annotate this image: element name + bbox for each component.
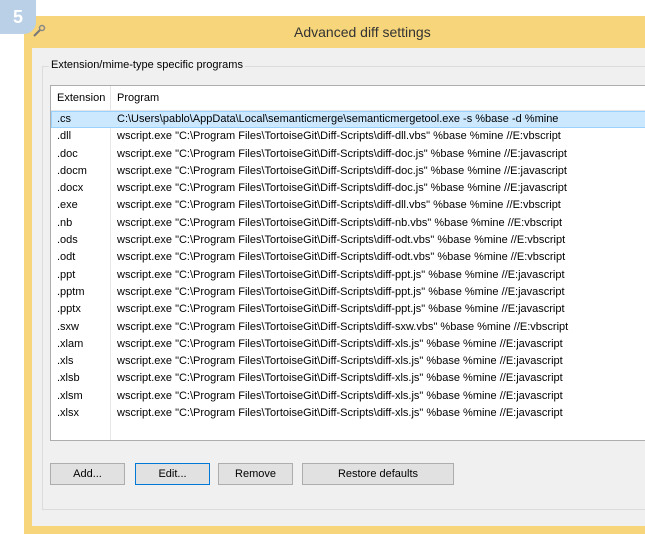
program-cell: wscript.exe "C:\Program Files\TortoiseGi… (117, 164, 567, 177)
extension-cell: .nb (57, 216, 73, 229)
program-cell: wscript.exe "C:\Program Files\TortoiseGi… (117, 320, 569, 333)
extension-cell: .docm (57, 164, 87, 177)
program-cell: wscript.exe "C:\Program Files\TortoiseGi… (117, 268, 565, 281)
edit-button[interactable]: Edit... (135, 463, 210, 485)
restore-defaults-button[interactable]: Restore defaults (302, 463, 454, 485)
extension-cell: .xlam (57, 337, 84, 350)
program-cell: wscript.exe "C:\Program Files\TortoiseGi… (117, 199, 561, 212)
table-row[interactable]: .xlam wscript.exe "C:\Program Files\Torto… (51, 336, 645, 353)
table-row[interactable]: .xls wscript.exe "C:\Program Files\Tortoi… (51, 353, 645, 370)
extension-cell: .xlsm (57, 389, 83, 402)
extension-cell: .cs (57, 113, 72, 125)
column-header-program[interactable]: Program (111, 86, 645, 110)
table-row[interactable]: .ppt wscript.exe "C:\Program Files\Tortoi… (51, 267, 645, 284)
table-row[interactable]: .nb wscript.exe "C:\Program Files\Tortois… (51, 215, 645, 232)
extension-program-list[interactable]: Extension Program .cs C:\Users\pablo\AppD… (50, 85, 645, 441)
program-cell: wscript.exe "C:\Program Files\TortoiseGi… (117, 130, 561, 143)
dialog-window: Advanced diff settings Extension/mime-ty… (24, 16, 645, 534)
extension-cell: .xls (57, 355, 74, 368)
table-row[interactable]: .xlsb wscript.exe "C:\Program Files\Torto… (51, 370, 645, 387)
list-body: .cs C:\Users\pablo\AppData\Local\semantic… (51, 111, 645, 440)
program-cell: wscript.exe "C:\Program Files\TortoiseGi… (117, 389, 563, 402)
extension-cell: .ppt (57, 268, 76, 281)
extension-cell: .docx (57, 182, 84, 195)
list-header: Extension Program (51, 86, 645, 111)
table-row[interactable]: .odt wscript.exe "C:\Program Files\Tortoi… (51, 249, 645, 266)
remove-button[interactable]: Remove (218, 463, 293, 485)
table-row[interactable]: .dll wscript.exe "C:\Program Files\Tortoi… (51, 128, 645, 145)
extension-cell: .pptx (57, 303, 81, 316)
program-cell: wscript.exe "C:\Program Files\TortoiseGi… (117, 182, 567, 195)
group-label: Extension/mime-type specific programs (49, 59, 245, 71)
extension-cell: .exe (57, 199, 78, 212)
extension-programs-group: Extension/mime-type specific programs Ex… (42, 59, 645, 510)
table-row[interactable]: .ods wscript.exe "C:\Program Files\Tortoi… (51, 232, 645, 249)
window-title: Advanced diff settings (294, 24, 431, 40)
table-row[interactable]: .sxw wscript.exe "C:\Program Files\Tortoi… (51, 319, 645, 336)
table-row[interactable]: .xlsx wscript.exe "C:\Program Files\Torto… (51, 405, 645, 422)
program-cell: wscript.exe "C:\Program Files\TortoiseGi… (117, 251, 566, 264)
table-row[interactable]: .doc wscript.exe "C:\Program Files\Tortoi… (51, 146, 645, 163)
table-row[interactable]: .pptx wscript.exe "C:\Program Files\Torto… (51, 301, 645, 318)
program-cell: wscript.exe "C:\Program Files\TortoiseGi… (117, 285, 565, 298)
title-bar: Advanced diff settings (24, 16, 645, 48)
program-cell: wscript.exe "C:\Program Files\TortoiseGi… (117, 234, 566, 247)
program-cell: C:\Users\pablo\AppData\Local\semanticmer… (117, 113, 559, 125)
extension-cell: .ods (57, 234, 78, 247)
table-row[interactable]: .exe wscript.exe "C:\Program Files\Tortoi… (51, 197, 645, 214)
program-cell: wscript.exe "C:\Program Files\TortoiseGi… (117, 407, 563, 420)
table-row[interactable]: .cs C:\Users\pablo\AppData\Local\semantic… (51, 111, 645, 129)
table-row[interactable]: .xlsm wscript.exe "C:\Program Files\Torto… (51, 388, 645, 405)
column-header-extension[interactable]: Extension (51, 86, 111, 110)
add-button[interactable]: Add... (50, 463, 125, 485)
extension-cell: .sxw (57, 320, 79, 333)
program-cell: wscript.exe "C:\Program Files\TortoiseGi… (117, 303, 565, 316)
extension-cell: .xlsb (57, 372, 80, 385)
table-row[interactable]: .pptm wscript.exe "C:\Program Files\Torto… (51, 284, 645, 301)
table-row[interactable]: .docm wscript.exe "C:\Program Files\Torto… (51, 163, 645, 180)
dialog-client: Extension/mime-type specific programs Ex… (32, 48, 645, 526)
extension-cell: .doc (57, 147, 78, 160)
program-cell: wscript.exe "C:\Program Files\TortoiseGi… (117, 147, 567, 160)
program-cell: wscript.exe "C:\Program Files\TortoiseGi… (117, 355, 563, 368)
extension-cell: .xlsx (57, 407, 79, 420)
step-badge: 5 (0, 0, 36, 34)
program-cell: wscript.exe "C:\Program Files\TortoiseGi… (117, 372, 563, 385)
program-cell: wscript.exe "C:\Program Files\TortoiseGi… (117, 216, 563, 229)
table-row[interactable]: .docx wscript.exe "C:\Program Files\Torto… (51, 180, 645, 197)
program-cell: wscript.exe "C:\Program Files\TortoiseGi… (117, 337, 563, 350)
extension-cell: .pptm (57, 285, 85, 298)
extension-cell: .odt (57, 251, 76, 264)
extension-cell: .dll (57, 130, 72, 143)
